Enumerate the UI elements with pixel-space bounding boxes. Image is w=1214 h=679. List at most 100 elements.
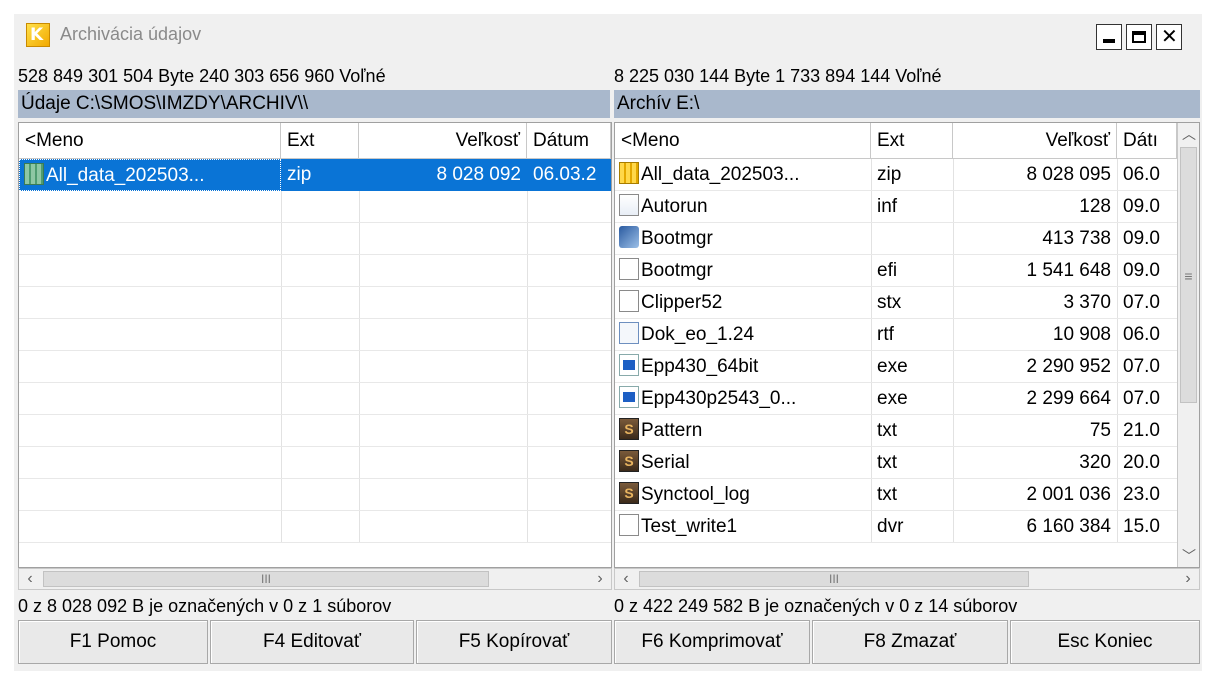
cell-date: 09.0 bbox=[1123, 228, 1160, 249]
right-path-bar: Archív E:\ bbox=[614, 90, 1200, 118]
cell-ext: dvr bbox=[877, 516, 904, 537]
left-col-ext[interactable]: Ext bbox=[281, 123, 359, 159]
scroll-left-icon[interactable]: ‹ bbox=[615, 569, 637, 589]
right-col-date[interactable]: Dátı bbox=[1117, 123, 1177, 159]
file-rtf-icon bbox=[619, 321, 639, 344]
right-vscroll-thumb[interactable]: ≡ bbox=[1180, 147, 1197, 403]
compress-button[interactable]: F6 Komprimovať bbox=[614, 620, 810, 664]
close-button[interactable]: ✕ bbox=[1156, 24, 1182, 50]
minimize-icon bbox=[1103, 39, 1115, 43]
app-icon: K bbox=[26, 23, 50, 47]
left-path-bar: Údaje C:\SMOS\IMZDY\ARCHIV\\ bbox=[18, 90, 610, 118]
left-free-space: 528 849 301 504 Byte 240 303 656 960 Voľ… bbox=[18, 66, 386, 86]
window-title: Archivácia údajov bbox=[60, 24, 202, 44]
cell-date: 21.0 bbox=[1123, 420, 1160, 441]
file-name: Serial bbox=[641, 452, 690, 473]
cell-size: 10 908 bbox=[1052, 324, 1111, 345]
cell-size: 2 299 664 bbox=[1026, 388, 1111, 409]
left-col-size[interactable]: Veľkosť bbox=[359, 123, 527, 159]
cell-ext: txt bbox=[877, 420, 898, 441]
column-separator bbox=[527, 159, 528, 543]
scroll-down-icon[interactable]: ﹀ bbox=[1178, 545, 1199, 567]
right-col-name[interactable]: <Meno bbox=[615, 123, 871, 159]
cell-date: 09.0 bbox=[1123, 196, 1160, 217]
cell-ext: txt bbox=[877, 484, 898, 505]
cell-name: Clipper52 bbox=[615, 287, 871, 319]
cell-name: Bootmgr bbox=[615, 223, 871, 255]
minimize-button[interactable] bbox=[1096, 24, 1122, 50]
cell-size: 1 541 648 bbox=[1026, 260, 1111, 281]
row-separator bbox=[19, 478, 611, 479]
file-name: All_data_202503... bbox=[641, 164, 800, 185]
delete-button[interactable]: F8 Zmazať bbox=[812, 620, 1008, 664]
cell-name: S Synctool_log bbox=[615, 479, 871, 511]
row-separator bbox=[19, 510, 611, 511]
cell-ext: zip bbox=[281, 159, 359, 191]
cell-date: 09.0 bbox=[1123, 260, 1160, 281]
cell-size: 75 bbox=[1089, 420, 1111, 441]
cell-size: 3 370 bbox=[1063, 292, 1111, 313]
cell-name: Autorun bbox=[615, 191, 871, 223]
cell-name: Epp430p2543_0... bbox=[615, 383, 871, 415]
cell-date: 06.0 bbox=[1123, 324, 1160, 345]
right-status: 0 z 422 249 582 B je označených v 0 z 14… bbox=[614, 596, 1018, 616]
row-separator bbox=[19, 222, 611, 223]
row-separator bbox=[19, 542, 611, 543]
cell-date: 06.0 bbox=[1123, 164, 1160, 185]
file-s-icon: S bbox=[619, 481, 639, 504]
right-hscrollbar[interactable]: ‹ III › bbox=[614, 568, 1200, 590]
right-file-list[interactable]: <Meno Ext Veľkosť Dátı ︿ ≡ ﹀ All_data_20… bbox=[614, 122, 1200, 568]
cell-name: Epp430_64bit bbox=[615, 351, 871, 383]
file-s-icon: S bbox=[619, 417, 639, 440]
row-separator bbox=[19, 254, 611, 255]
cell-ext: exe bbox=[877, 356, 908, 377]
scroll-right-icon[interactable]: › bbox=[589, 569, 611, 589]
file-exe-icon bbox=[619, 385, 639, 408]
scroll-up-icon[interactable]: ︿ bbox=[1178, 123, 1199, 145]
left-hscroll-thumb[interactable]: III bbox=[43, 571, 489, 587]
left-col-name[interactable]: <Meno bbox=[19, 123, 281, 159]
right-col-ext[interactable]: Ext bbox=[871, 123, 953, 159]
cell-size: 320 bbox=[1079, 452, 1111, 473]
file-doc-icon bbox=[619, 513, 639, 536]
cell-date: 15.0 bbox=[1123, 516, 1160, 537]
left-file-list[interactable]: <Meno Ext Veľkosť Dátum All_data_202503.… bbox=[18, 122, 612, 568]
right-hscroll-thumb[interactable]: III bbox=[639, 571, 1029, 587]
cell-ext: inf bbox=[877, 196, 898, 217]
row-separator bbox=[19, 286, 611, 287]
help-button[interactable]: F1 Pomoc bbox=[18, 620, 208, 664]
title-bar[interactable]: K Archivácia údajov ✕ bbox=[14, 14, 1202, 54]
row-separator bbox=[19, 318, 611, 319]
right-col-size[interactable]: Veľkosť bbox=[953, 123, 1117, 159]
cell-date: 07.0 bbox=[1123, 292, 1160, 313]
file-name: Autorun bbox=[641, 196, 708, 217]
file-inf-icon bbox=[619, 193, 639, 216]
file-name: Synctool_log bbox=[641, 484, 750, 505]
cell-date: 20.0 bbox=[1123, 452, 1160, 473]
cell-date: 23.0 bbox=[1123, 484, 1160, 505]
left-hscrollbar[interactable]: ‹ III › bbox=[18, 568, 612, 590]
file-doc-icon bbox=[619, 289, 639, 312]
cell-size: 8 028 095 bbox=[1026, 164, 1111, 185]
file-name: Test_write1 bbox=[641, 516, 738, 537]
maximize-button[interactable] bbox=[1126, 24, 1152, 50]
scroll-right-icon[interactable]: › bbox=[1177, 569, 1199, 589]
column-separator bbox=[281, 159, 282, 543]
cell-name: S Serial bbox=[615, 447, 871, 479]
app-icon-letter: K bbox=[30, 25, 44, 45]
cell-size: 2 001 036 bbox=[1026, 484, 1111, 505]
copy-button[interactable]: F5 Kopírovať bbox=[416, 620, 612, 664]
file-name: All_data_202503... bbox=[46, 165, 205, 186]
cell-name: S Pattern bbox=[615, 415, 871, 447]
cell-ext bbox=[871, 223, 953, 255]
cell-name: Bootmgr bbox=[615, 255, 871, 287]
exit-button[interactable]: Esc Koniec bbox=[1010, 620, 1200, 664]
left-col-date[interactable]: Dátum bbox=[527, 123, 611, 159]
file-exe-icon bbox=[619, 353, 639, 376]
right-vscrollbar[interactable]: ︿ ≡ ﹀ bbox=[1177, 123, 1199, 567]
cell-ext: exe bbox=[877, 388, 908, 409]
scroll-left-icon[interactable]: ‹ bbox=[19, 569, 41, 589]
edit-button[interactable]: F4 Editovať bbox=[210, 620, 414, 664]
row-separator bbox=[19, 446, 611, 447]
cell-date: 07.0 bbox=[1123, 388, 1160, 409]
